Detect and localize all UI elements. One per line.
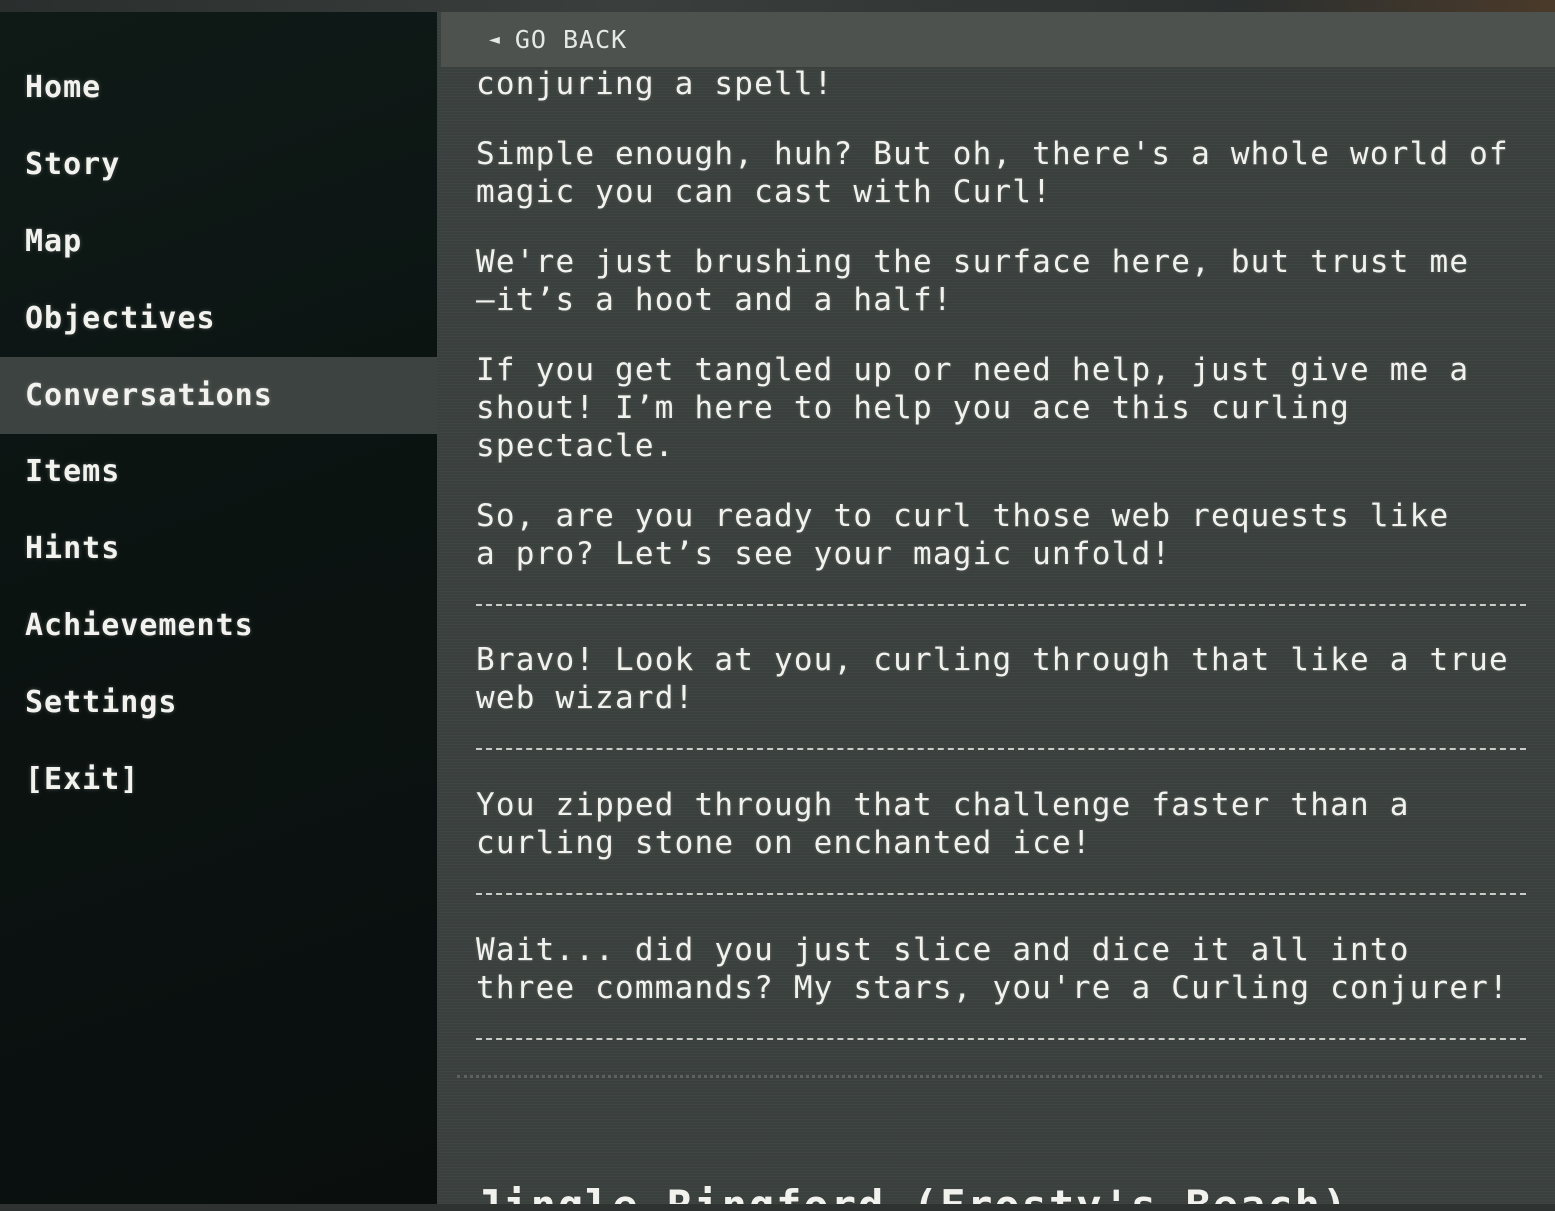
back-arrow-icon: ◄ [489,29,501,50]
sidebar-item-label: Achievements [25,608,254,643]
conversation-title: Jingle Ringford (Frosty's Beach) [476,1180,1526,1204]
go-back-button[interactable]: ◄ GO BACK [441,12,1555,67]
conversation-panel: conjuring a spell! Simple enough, huh? B… [437,12,1555,1204]
sidebar-item-home[interactable]: Home [0,49,437,126]
message-text: So, are you ready to curl those web requ… [476,498,1450,572]
bottom-edge-strip [0,1204,1555,1211]
go-back-label: GO BACK [514,25,628,54]
sidebar-item-label: Story [25,147,121,182]
sidebar-item-label: Conversations [25,378,273,413]
message-text: You zipped through that challenge faster… [476,787,1410,861]
message-text: We're just brushing the surface here, bu… [476,244,1470,318]
sidebar-item-label: Items [25,454,121,489]
sidebar-item-items[interactable]: Items [0,433,437,510]
sidebar-item-label: Hints [25,531,121,566]
message-text: Simple enough, huh? But oh, there's a wh… [476,136,1509,210]
message-text: Wait... did you just slice and dice it a… [476,932,1509,1006]
top-banner-strip [0,0,1555,12]
sidebar-item-label: Settings [25,685,178,720]
sidebar-item-conversations[interactable]: Conversations [0,357,437,434]
message-text: conjuring a spell! [476,66,834,102]
message-text: If you get tangled up or need help, just… [476,352,1470,464]
message-divider [476,893,1526,895]
section-divider [457,1075,1542,1078]
message-text: Bravo! Look at you, curling through that… [476,642,1509,716]
sidebar-item-label: Objectives [25,301,216,336]
sidebar-item-map[interactable]: Map [0,203,437,280]
sidebar-item-hints[interactable]: Hints [0,510,437,587]
sidebar-item-achievements[interactable]: Achievements [0,587,437,664]
sidebar-nav: Home Story Map Objectives Conversations … [0,12,437,1204]
sidebar-item-objectives[interactable]: Objectives [0,280,437,357]
sidebar-item-label: Home [25,70,102,105]
sidebar-item-label: [Exit] [25,762,140,797]
message-divider [476,748,1526,750]
message-divider [476,604,1526,606]
sidebar-item-settings[interactable]: Settings [0,664,437,741]
message-divider [476,1038,1526,1040]
sidebar-item-exit[interactable]: [Exit] [0,741,437,818]
sidebar-item-label: Map [25,224,83,259]
sidebar-item-story[interactable]: Story [0,126,437,203]
